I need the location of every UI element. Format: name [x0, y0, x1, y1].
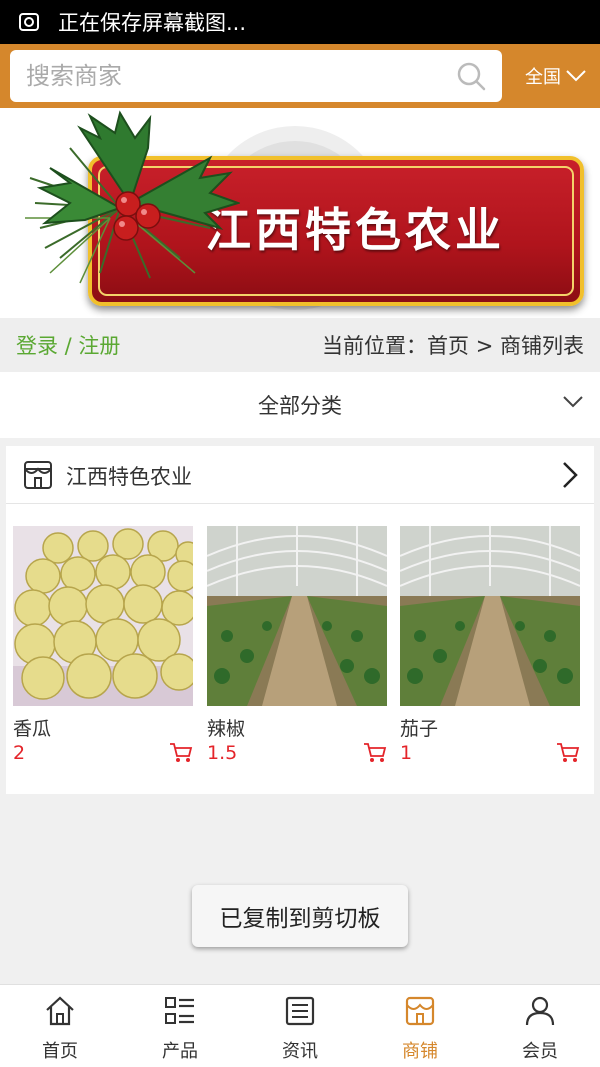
- product-item[interactable]: 香瓜 2: [13, 526, 193, 766]
- nav-item-products[interactable]: 产品: [120, 985, 240, 1067]
- search-box[interactable]: [10, 50, 502, 102]
- cart-icon[interactable]: [169, 742, 193, 764]
- nav-item-member[interactable]: 会员: [480, 985, 600, 1067]
- login-register-link[interactable]: 登录 / 注册: [16, 330, 120, 360]
- product-item[interactable]: 茄子 1: [400, 526, 580, 766]
- shop-banner: 江西特色农业: [0, 108, 600, 318]
- category-selector[interactable]: 全部分类: [0, 372, 600, 438]
- shop-header[interactable]: 江西特色农业: [6, 446, 594, 504]
- search-input[interactable]: [26, 62, 446, 90]
- product-price: 2: [13, 742, 26, 764]
- header: 全国: [0, 44, 600, 108]
- list-icon: [165, 997, 194, 1024]
- nav-label: 商铺: [402, 1041, 438, 1062]
- breadcrumb: 当前位置：首页 > 商铺列表: [322, 334, 584, 358]
- product-name: 辣椒: [207, 718, 246, 740]
- home-icon: [46, 996, 74, 1026]
- product-name: 香瓜: [13, 718, 52, 740]
- shop-name: 江西特色农业: [66, 465, 192, 489]
- holly-decoration-icon: [25, 110, 240, 284]
- chevron-down-icon: [566, 70, 586, 82]
- nav-item-home[interactable]: 首页: [0, 985, 120, 1067]
- nav-item-stores[interactable]: 商铺: [360, 985, 480, 1067]
- bottom-nav: 首页 产品 资讯 商铺 会员: [0, 984, 600, 1067]
- shop-card: 江西特色农业 香瓜 2 辣椒 1.5 茄子 1: [6, 446, 594, 794]
- cart-icon[interactable]: [556, 742, 580, 764]
- chevron-right-icon[interactable]: [560, 460, 580, 490]
- product-name: 茄子: [400, 718, 439, 740]
- product-image-pepper[interactable]: [207, 526, 387, 706]
- nav-label: 资讯: [282, 1041, 318, 1062]
- store-icon: [405, 996, 435, 1026]
- news-icon: [285, 996, 315, 1026]
- product-image-melon[interactable]: [13, 526, 193, 706]
- nav-label: 会员: [522, 1041, 558, 1062]
- search-icon[interactable]: [456, 61, 486, 91]
- product-price: 1: [400, 742, 413, 764]
- banner-title: 江西特色农业: [205, 203, 505, 257]
- location-bar: 登录 / 注册 当前位置：首页 > 商铺列表: [0, 318, 600, 372]
- nav-label: 产品: [162, 1041, 198, 1062]
- chevron-down-icon: [563, 396, 583, 408]
- nav-item-news[interactable]: 资讯: [240, 985, 360, 1067]
- category-label: 全部分类: [258, 394, 342, 418]
- toast-message: 已复制到剪切板: [192, 885, 408, 947]
- status-bar: 正在保存屏幕截图...: [0, 0, 600, 44]
- screenshot-icon: [19, 13, 39, 31]
- nav-label: 首页: [42, 1041, 78, 1062]
- product-item[interactable]: 辣椒 1.5: [207, 526, 387, 766]
- store-icon: [24, 461, 52, 489]
- product-image-eggplant[interactable]: [400, 526, 580, 706]
- region-selector[interactable]: 全国: [512, 44, 600, 108]
- region-label: 全国: [525, 67, 561, 88]
- product-price: 1.5: [207, 742, 238, 764]
- user-icon: [525, 996, 555, 1026]
- cart-icon[interactable]: [363, 742, 387, 764]
- status-text: 正在保存屏幕截图...: [58, 11, 247, 35]
